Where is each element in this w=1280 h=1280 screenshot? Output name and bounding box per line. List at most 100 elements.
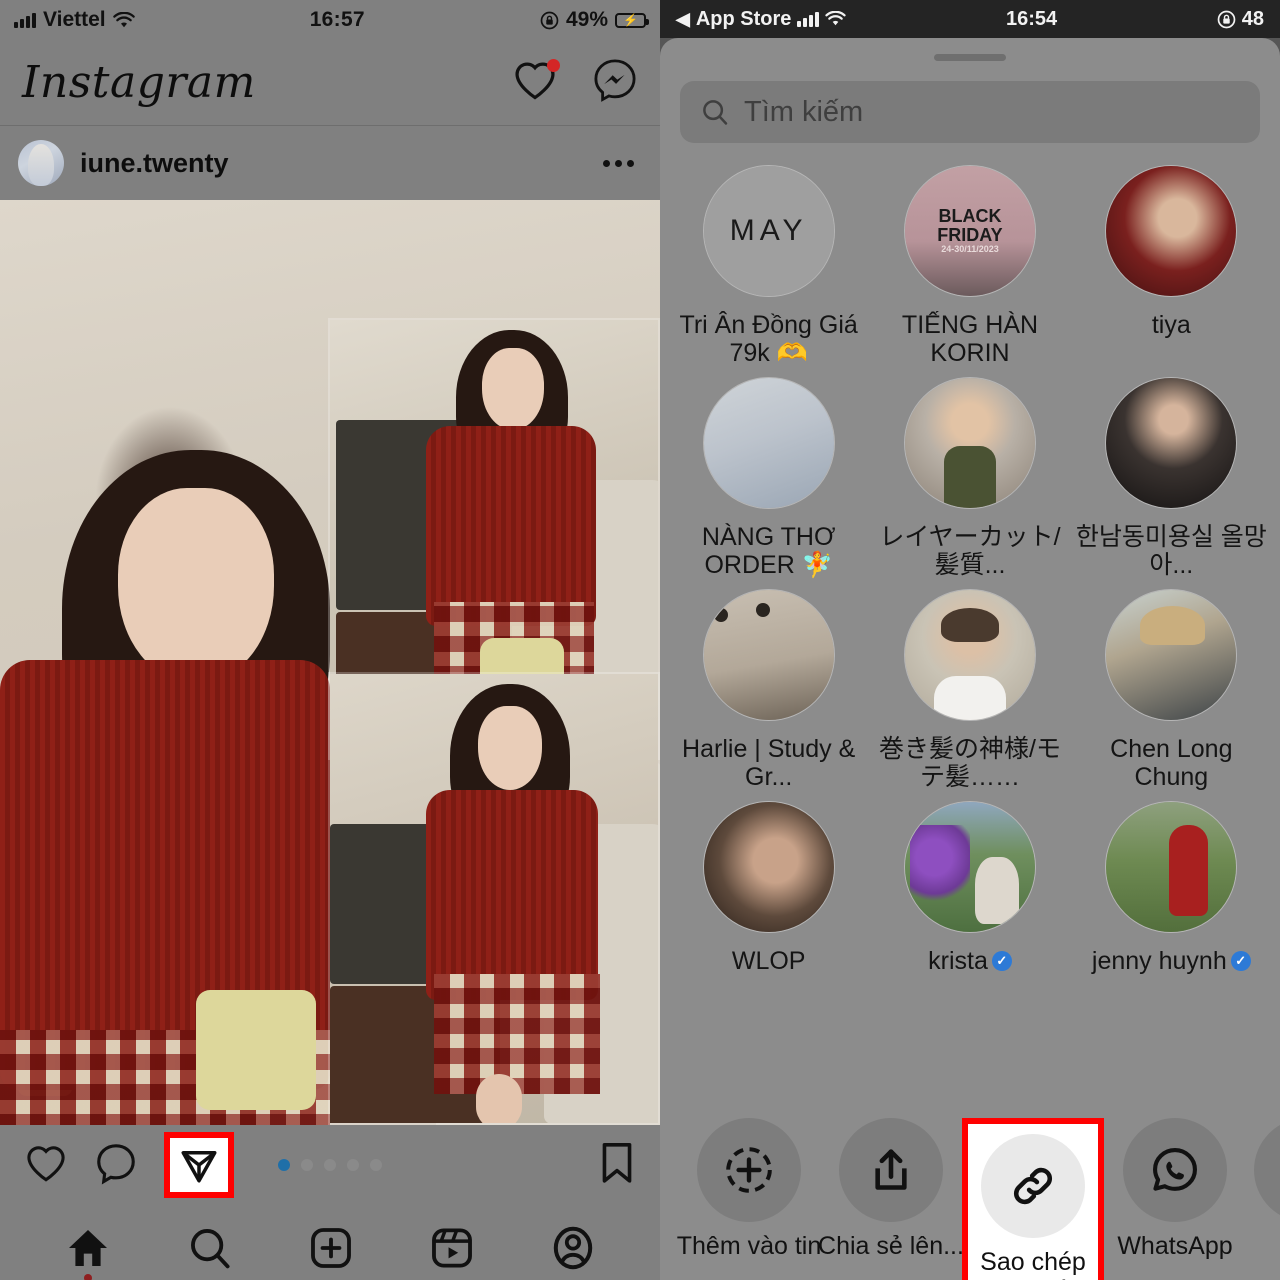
sidebar-item-home[interactable] <box>64 1226 112 1280</box>
action-label: Sao chép liên kết <box>980 1248 1086 1280</box>
save-button[interactable] <box>598 1140 636 1191</box>
sidebar-item-create[interactable] <box>308 1225 354 1271</box>
list-item-label: Harlie | Study & Gr... <box>682 735 856 791</box>
instagram-logo: Instagram <box>22 57 256 108</box>
list-item[interactable]: 巻き髪の神様/モテ髪…… <box>869 589 1070 797</box>
home-notification-dot <box>83 1273 92 1280</box>
list-item-label: Chen Long Chung <box>1110 735 1233 791</box>
list-item[interactable]: Chen Long Chung <box>1071 589 1272 797</box>
list-item[interactable]: krista <box>869 801 1070 1009</box>
list-item-label: krista <box>869 947 1070 1009</box>
smiling-woman-avatar <box>903 377 1036 509</box>
list-item[interactable]: 한남동미용실 올망아... <box>1071 377 1272 585</box>
clock-label: 16:54 <box>1006 7 1058 30</box>
person-circle-icon <box>554 1226 593 1269</box>
back-triangle-icon[interactable]: ◀ <box>676 9 690 30</box>
bookmark-icon <box>602 1142 632 1183</box>
share-actions-row: Thêm vào tin Chia sẻ lên... Sao chép Wha… <box>660 1112 1280 1280</box>
contact-grid: MAY Tri Ân Đồng Giá 79k 🫶 BLACK FRIDAY 24-… <box>660 143 1280 1009</box>
rotation-lock-icon <box>540 11 559 29</box>
share-to-action[interactable]: Chia sẻ lên... <box>818 1118 964 1261</box>
link-chain-icon <box>1013 1167 1053 1205</box>
post-media-carousel[interactable] <box>0 200 660 1125</box>
action-label: Thêm vào tin <box>676 1232 822 1260</box>
sidebar-item-reels[interactable] <box>429 1225 475 1271</box>
black-friday-avatar: BLACK FRIDAY 24-30/11/2023 <box>903 165 1036 297</box>
battery-percent-label: 48 <box>1241 7 1264 30</box>
battery-charging-icon: ⚡ <box>615 12 649 28</box>
post-header: iune.twenty <box>0 126 660 200</box>
copy-link-action[interactable]: Sao chép liên kết <box>962 1118 1104 1280</box>
facebook-action[interactable]: Fac <box>1246 1118 1280 1261</box>
back-app-label[interactable]: App Store <box>696 8 792 31</box>
list-item[interactable]: BLACK FRIDAY 24-30/11/2023 TIẾNG HÀN KORIN <box>869 165 1070 373</box>
action-label: WhatsApp <box>1117 1232 1233 1260</box>
search-placeholder: Tìm kiếm <box>744 95 864 128</box>
post-username[interactable]: iune.twenty <box>80 148 587 179</box>
digital-art-avatar <box>702 801 835 933</box>
may-logo-avatar: MAY <box>702 165 835 297</box>
list-item-label: Tri Ân Đồng Giá 79k 🫶 <box>679 311 858 367</box>
list-item[interactable]: Harlie | Study & Gr... <box>668 589 869 797</box>
list-item-label: jenny huynh <box>1071 947 1272 1009</box>
instagram-app-header: Instagram <box>0 40 660 126</box>
search-icon <box>703 100 728 125</box>
share-button[interactable] <box>164 1132 234 1198</box>
list-item-label: 巻き髪の神様/モテ髪…… <box>879 735 1061 791</box>
list-item-label: 한남동미용실 올망아... <box>1075 523 1267 579</box>
reels-icon <box>432 1227 473 1268</box>
list-item[interactable]: jenny huynh <box>1071 801 1272 1009</box>
like-button[interactable] <box>24 1143 68 1188</box>
list-item[interactable]: WLOP <box>668 801 869 1009</box>
comment-button[interactable] <box>94 1141 138 1190</box>
left-status-bar: Viettel 16:57 49% ⚡ <box>0 0 660 40</box>
battery-percent-label: 49% <box>565 8 608 31</box>
avatar[interactable] <box>18 140 64 186</box>
carousel-photo-inset-bottom[interactable] <box>328 672 660 1125</box>
clock-label: 16:57 <box>309 8 365 31</box>
comment-icon <box>97 1143 135 1184</box>
carrier-label: Viettel <box>43 8 106 31</box>
search-icon <box>190 1228 230 1268</box>
rotation-lock-icon <box>1217 10 1236 28</box>
messenger-icon <box>594 59 636 102</box>
share-up-icon <box>875 1149 907 1190</box>
sheet-grabber[interactable] <box>934 54 1006 61</box>
more-options-icon[interactable] <box>603 159 642 167</box>
dual-screenshot-root: Viettel 16:57 49% ⚡ Instagram iune.twent… <box>0 0 1280 1280</box>
wifi-icon <box>112 11 135 27</box>
sidebar-item-search[interactable] <box>187 1225 233 1271</box>
sidebar-item-profile[interactable] <box>550 1224 596 1272</box>
list-item-label: レイヤーカット/髪質... <box>879 523 1061 579</box>
list-item[interactable]: レイヤーカット/髪質... <box>869 377 1070 585</box>
cellular-bars-icon <box>14 12 36 28</box>
left-phone-instagram-feed: Viettel 16:57 49% ⚡ Instagram iune.twent… <box>0 0 660 1280</box>
verified-badge-icon <box>1230 951 1251 971</box>
young-man-avatar <box>903 589 1036 721</box>
cellular-bars-icon <box>797 11 820 27</box>
share-paperplane-icon <box>181 1151 217 1183</box>
whatsapp-icon <box>1153 1148 1197 1191</box>
whatsapp-action[interactable]: WhatsApp <box>1104 1118 1246 1261</box>
home-icon <box>68 1229 107 1266</box>
notification-badge <box>547 59 560 72</box>
black-outfit-avatar <box>1105 377 1238 509</box>
list-item-label: tiya <box>1151 311 1191 339</box>
painting-portrait-avatar <box>1105 589 1238 721</box>
action-label: Chia sẻ lên... <box>818 1232 964 1260</box>
activity-button[interactable] <box>512 59 560 106</box>
instagram-tab-bar <box>0 1205 660 1280</box>
messenger-button[interactable] <box>592 57 638 108</box>
list-item[interactable]: NÀNG THƠ ORDER 🧚 <box>668 377 869 585</box>
room-interior-avatar <box>702 589 835 721</box>
action-label: Fac <box>1231 1232 1280 1261</box>
list-item-label: WLOP <box>731 947 806 975</box>
heart-icon <box>27 1145 65 1182</box>
right-status-bar: ◀ App Store 16:54 48 <box>660 0 1280 38</box>
add-to-story-action[interactable]: Thêm vào tin <box>677 1118 821 1261</box>
list-item[interactable]: MAY Tri Ân Đồng Giá 79k 🫶 <box>668 165 869 373</box>
red-dress-field-avatar <box>1105 801 1238 933</box>
white-dress-avatar <box>702 377 835 509</box>
search-input[interactable]: Tìm kiếm <box>680 81 1260 143</box>
list-item[interactable]: tiya <box>1071 165 1272 373</box>
